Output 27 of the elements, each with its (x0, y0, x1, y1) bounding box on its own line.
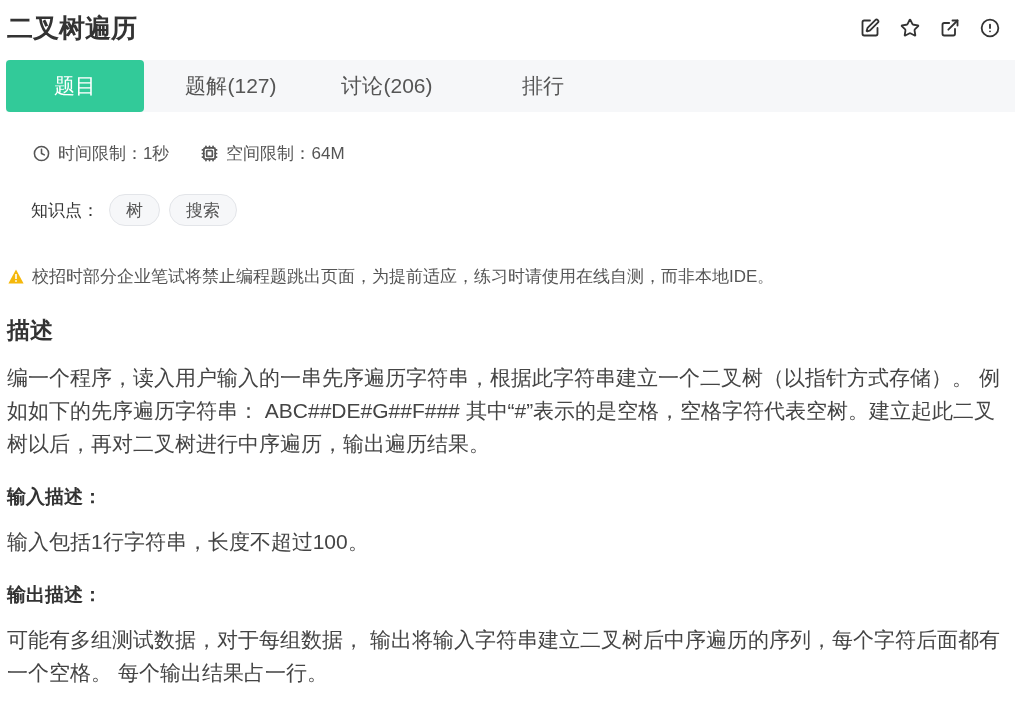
alert-circle-icon (980, 18, 1000, 38)
topic-tag[interactable]: 搜索 (169, 194, 237, 226)
star-icon (900, 18, 920, 38)
edit-button[interactable] (860, 18, 880, 38)
problem-title: 二叉树遍历 (7, 12, 137, 45)
section-text: 编一个程序，读入用户输入的一串先序遍历字符串，根据此字符串建立一个二叉树（以指针方式存储）。 例如如下的先序遍历字符串： ABC##DE#G##F### 其中“#”表示的是空格，空格字符代表空树。建立起此二叉树以后，再对二叉树进行中序遍历，输出遍历结果。 (7, 365, 1001, 457)
section-heading: 描述 (7, 316, 54, 345)
topic-tag[interactable]: 树 (109, 194, 160, 226)
pen-square-icon (860, 18, 880, 38)
limit-text: 时间限制：1秒 (58, 142, 170, 165)
external-link-icon (940, 18, 960, 38)
warning-icon (8, 268, 24, 284)
tab[interactable]: 排行 (474, 60, 612, 112)
favorite-button[interactable] (900, 18, 920, 38)
limit-text: 空间限制：64M (226, 142, 345, 165)
section-text: 输入包括1行字符串，长度不超过100。 (7, 529, 370, 555)
report-button[interactable] (980, 18, 1000, 38)
chip-icon (201, 144, 219, 162)
tab[interactable]: 讨论(206) (318, 60, 456, 112)
clock-icon (33, 144, 50, 162)
section-heading: 输入描述： (7, 485, 103, 509)
knowledge-label: 知识点： (31, 199, 99, 222)
tab[interactable]: 题解(127) (162, 60, 300, 112)
notice-text: 校招时部分企业笔试将禁止编程题跳出页面，为提前适应，练习时请使用在线自测，而非本地IDE。 (32, 265, 775, 288)
open-external-button[interactable] (940, 18, 960, 38)
section-text: 可能有多组测试数据，对于每组数据， 输出将输入字符串建立二叉树后中序遍历的序列，每个字符后面都有一个空格。 每个输出结果占一行。 (7, 627, 1001, 686)
section-heading: 输出描述： (7, 583, 103, 607)
